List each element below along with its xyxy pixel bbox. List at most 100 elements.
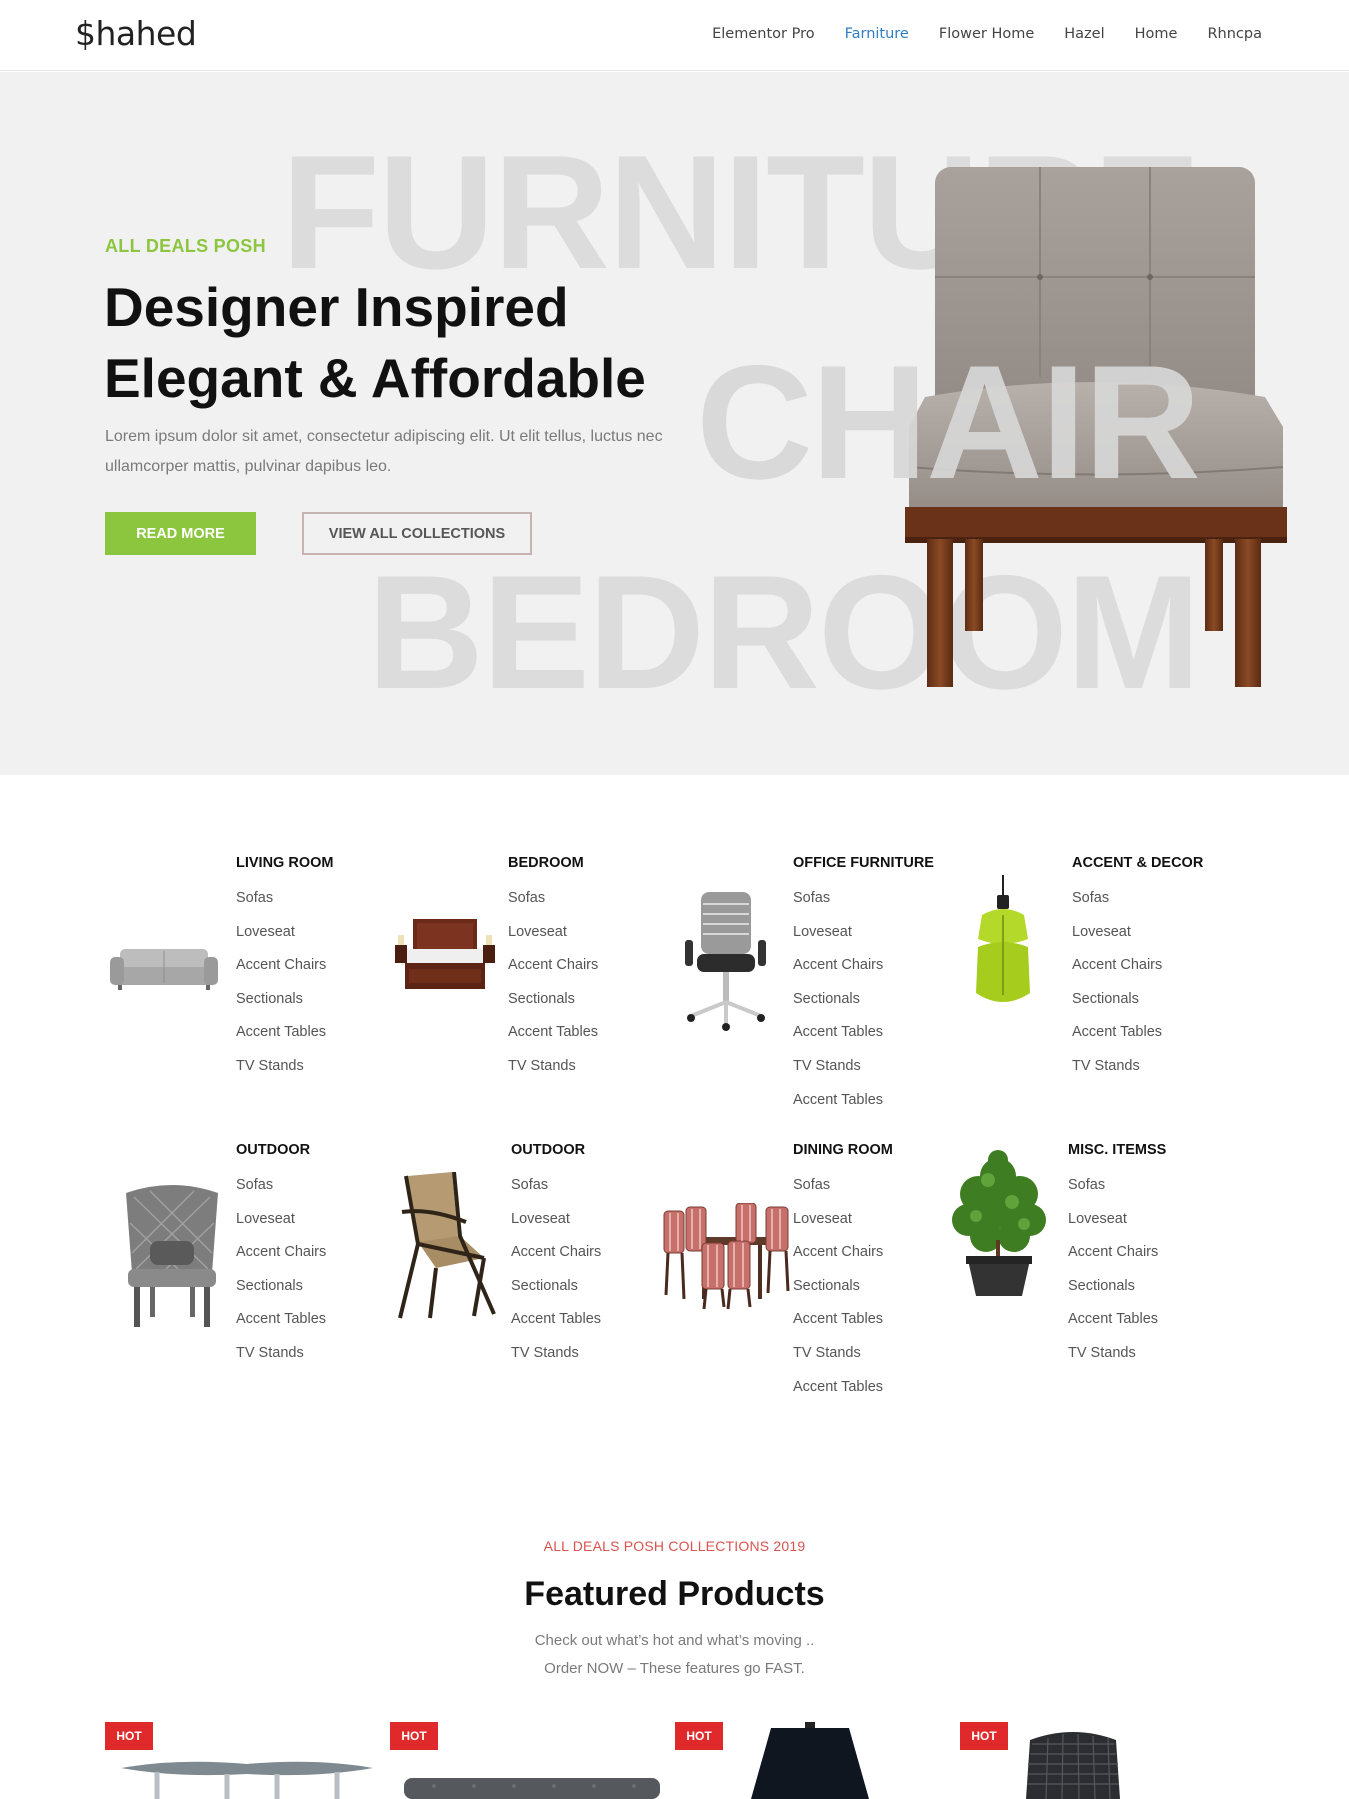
- nav-item-rhncpa[interactable]: Rhncpa: [1207, 26, 1262, 42]
- list-item[interactable]: Sofas: [236, 1175, 326, 1209]
- list-item[interactable]: Accent Tables: [508, 1022, 598, 1056]
- list-item[interactable]: Sectionals: [793, 989, 883, 1023]
- list-item[interactable]: Accent Chairs: [793, 1242, 883, 1276]
- list-item[interactable]: Sectionals: [236, 1276, 326, 1310]
- category-list-office-furniture: Sofas Loveseat Accent Chairs Sectionals …: [793, 888, 883, 1123]
- featured-subtitle-line2: Order NOW – These features go FAST.: [544, 1660, 805, 1677]
- product-card[interactable]: HOT: [675, 1722, 945, 1799]
- product-card[interactable]: HOT: [105, 1722, 375, 1799]
- lamp-shade-icon: [751, 1722, 869, 1799]
- nav-item-farniture[interactable]: Farniture: [845, 26, 909, 42]
- category-title-living-room[interactable]: LIVING ROOM: [236, 855, 333, 871]
- list-item[interactable]: Sofas: [236, 888, 326, 922]
- list-item[interactable]: TV Stands: [1068, 1343, 1158, 1377]
- list-item[interactable]: Sectionals: [236, 989, 326, 1023]
- list-item[interactable]: Sofas: [511, 1175, 601, 1209]
- main-nav: Elementor Pro Farniture Flower Home Haze…: [712, 26, 1262, 42]
- list-item[interactable]: Accent Chairs: [236, 1242, 326, 1276]
- featured-subtitle: Check out what’s hot and what’s moving .…: [0, 1627, 1349, 1683]
- list-item[interactable]: Sectionals: [1068, 1276, 1158, 1310]
- list-item[interactable]: Accent Chairs: [1072, 955, 1162, 989]
- category-title-outdoor[interactable]: OUTDOOR: [236, 1142, 310, 1158]
- patio-chair-icon: [398, 1172, 496, 1319]
- potted-plant-icon: [952, 1150, 1046, 1296]
- site-header: $hahed Elementor Pro Farniture Flower Ho…: [0, 0, 1349, 71]
- list-item[interactable]: TV Stands: [508, 1056, 598, 1090]
- glass-table-icon: [121, 1761, 373, 1799]
- featured-subtitle-line1: Check out what’s hot and what’s moving .…: [534, 1632, 815, 1649]
- nav-item-elementor-pro[interactable]: Elementor Pro: [712, 26, 814, 42]
- list-item[interactable]: Sectionals: [508, 989, 598, 1023]
- category-list-outdoor: Sofas Loveseat Accent Chairs Sectionals …: [236, 1175, 326, 1377]
- product-card[interactable]: HOT: [960, 1722, 1230, 1799]
- list-item[interactable]: Sectionals: [511, 1276, 601, 1310]
- view-all-collections-button[interactable]: VIEW ALL COLLECTIONS: [302, 512, 532, 555]
- list-item[interactable]: Sofas: [1068, 1175, 1158, 1209]
- list-item[interactable]: Accent Tables: [236, 1309, 326, 1343]
- list-item[interactable]: Loveseat: [1072, 922, 1162, 956]
- category-title-dining-room[interactable]: DINING ROOM: [793, 1142, 893, 1158]
- gray-sofa-icon: [404, 1778, 660, 1799]
- hot-badge: HOT: [675, 1722, 723, 1750]
- list-item[interactable]: TV Stands: [236, 1343, 326, 1377]
- hero-title-line1: Designer Inspired: [104, 276, 569, 338]
- category-title-misc-items[interactable]: MISC. ITEMSS: [1068, 1142, 1166, 1158]
- list-item[interactable]: Sofas: [508, 888, 598, 922]
- read-more-button[interactable]: READ MORE: [105, 512, 256, 555]
- wicker-chair-icon: [126, 1185, 218, 1327]
- category-list-living-room: Sofas Loveseat Accent Chairs Sectionals …: [236, 888, 326, 1090]
- site-logo[interactable]: $hahed: [75, 14, 197, 53]
- category-title-office-furniture[interactable]: OFFICE FURNITURE: [793, 855, 934, 871]
- list-item[interactable]: TV Stands: [793, 1343, 883, 1377]
- pendant-lamp-icon: [976, 875, 1030, 1002]
- list-item[interactable]: Loveseat: [793, 922, 883, 956]
- nav-item-hazel[interactable]: Hazel: [1064, 26, 1104, 42]
- list-item[interactable]: Accent Tables: [793, 1022, 883, 1056]
- list-item[interactable]: Loveseat: [793, 1209, 883, 1243]
- list-item[interactable]: Loveseat: [511, 1209, 601, 1243]
- list-item[interactable]: TV Stands: [1072, 1056, 1162, 1090]
- hero-title: Designer Inspired Elegant & Affordable: [104, 272, 804, 414]
- list-item[interactable]: Loveseat: [508, 922, 598, 956]
- hot-badge: HOT: [960, 1722, 1008, 1750]
- list-item[interactable]: Sectionals: [1072, 989, 1162, 1023]
- list-item[interactable]: TV Stands: [236, 1056, 326, 1090]
- list-item[interactable]: Sofas: [1072, 888, 1162, 922]
- category-title-outdoor-2[interactable]: OUTDOOR: [511, 1142, 585, 1158]
- category-title-bedroom[interactable]: BEDROOM: [508, 855, 584, 871]
- hero-title-line2: Elegant & Affordable: [104, 347, 646, 409]
- product-card[interactable]: HOT: [390, 1722, 660, 1799]
- nav-item-home[interactable]: Home: [1135, 26, 1178, 42]
- list-item[interactable]: Accent Tables: [1072, 1022, 1162, 1056]
- list-item[interactable]: Sofas: [793, 1175, 883, 1209]
- category-list-dining-room: Sofas Loveseat Accent Chairs Sectionals …: [793, 1175, 883, 1410]
- category-list-misc-items: Sofas Loveseat Accent Chairs Sectionals …: [1068, 1175, 1158, 1377]
- office-chair-icon: [685, 892, 766, 1031]
- list-item[interactable]: Accent Chairs: [793, 955, 883, 989]
- hero-section: FURNITURE BEDROOM CHAIR ALL DEALS POSH D…: [0, 72, 1349, 775]
- hero-kicker: ALL DEALS POSH: [105, 236, 266, 256]
- list-item[interactable]: Accent Chairs: [508, 955, 598, 989]
- list-item[interactable]: Accent Tables: [793, 1309, 883, 1343]
- nav-item-flower-home[interactable]: Flower Home: [939, 26, 1034, 42]
- list-item[interactable]: TV Stands: [793, 1056, 883, 1090]
- list-item[interactable]: Accent Tables: [793, 1090, 883, 1124]
- list-item[interactable]: Accent Tables: [1068, 1309, 1158, 1343]
- list-item[interactable]: Loveseat: [1068, 1209, 1158, 1243]
- featured-title: Featured Products: [524, 1575, 825, 1613]
- list-item[interactable]: Accent Tables: [511, 1309, 601, 1343]
- list-item[interactable]: Accent Chairs: [236, 955, 326, 989]
- category-list-bedroom: Sofas Loveseat Accent Chairs Sectionals …: [508, 888, 598, 1090]
- list-item[interactable]: Sectionals: [793, 1276, 883, 1310]
- list-item[interactable]: Loveseat: [236, 1209, 326, 1243]
- category-title-accent-decor[interactable]: ACCENT & DECOR: [1072, 855, 1203, 871]
- hot-badge: HOT: [105, 1722, 153, 1750]
- list-item[interactable]: TV Stands: [511, 1343, 601, 1377]
- bed-icon: [395, 919, 495, 989]
- list-item[interactable]: Loveseat: [236, 922, 326, 956]
- list-item[interactable]: Accent Tables: [793, 1377, 883, 1411]
- list-item[interactable]: Accent Chairs: [1068, 1242, 1158, 1276]
- list-item[interactable]: Accent Chairs: [511, 1242, 601, 1276]
- list-item[interactable]: Sofas: [793, 888, 883, 922]
- list-item[interactable]: Accent Tables: [236, 1022, 326, 1056]
